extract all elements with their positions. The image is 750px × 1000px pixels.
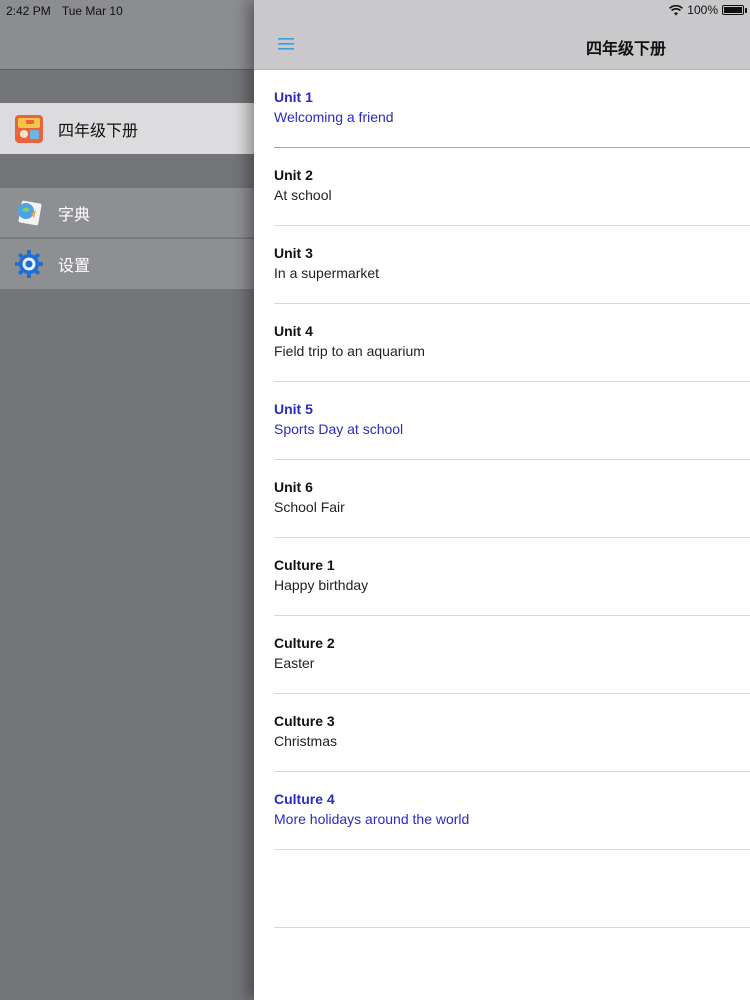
- empty-list-row: [274, 850, 750, 928]
- sidebar: 四年级下册 字典 设置: [0, 0, 254, 1000]
- wifi-icon: [669, 4, 684, 15]
- sidebar-item-label: 设置: [58, 258, 91, 275]
- list-item[interactable]: Culture 3 Christmas: [274, 694, 750, 772]
- list-item-subtitle: Sports Day at school: [274, 421, 404, 437]
- status-time: 2:42 PM: [6, 4, 51, 18]
- list-item-title: Culture 3: [274, 713, 335, 729]
- sidebar-item-settings[interactable]: 设置: [0, 239, 254, 289]
- list-item-subtitle: School Fair: [274, 499, 345, 515]
- list-item[interactable]: Unit 5 Sports Day at school: [274, 382, 750, 460]
- list-item-subtitle: Easter: [274, 655, 315, 671]
- battery-icon: [722, 5, 747, 15]
- list-item-title: Unit 1: [274, 89, 313, 105]
- main-panel: 四年级下册 Unit 1 Welcoming a friend Unit 2 At s…: [254, 0, 750, 1000]
- list-item-title: Culture 1: [274, 557, 335, 573]
- list-item[interactable]: Unit 2 At school: [274, 148, 750, 226]
- list-item-subtitle: Field trip to an aquarium: [274, 343, 425, 359]
- list-item-title: Culture 4: [274, 791, 335, 807]
- list-item-subtitle: At school: [274, 187, 332, 203]
- list-item[interactable]: Unit 6 School Fair: [274, 460, 750, 538]
- list-item-subtitle: In a supermarket: [274, 265, 380, 281]
- screen: 2:42 PM Tue Mar 10 100% 四年级下册 字典 设置 四年级下…: [0, 0, 750, 1000]
- list-item-subtitle: More holidays around the world: [274, 811, 470, 827]
- list-item-title: Unit 4: [274, 323, 313, 339]
- list-item-title: Unit 5: [274, 401, 313, 417]
- list-item[interactable]: Culture 4 More holidays around the world: [274, 772, 750, 850]
- dictionary-icon: [18, 200, 42, 225]
- list-item[interactable]: Culture 2 Easter: [274, 616, 750, 694]
- list-item[interactable]: Unit 4 Field trip to an aquarium: [274, 304, 750, 382]
- list-item-subtitle: Happy birthday: [274, 577, 369, 593]
- sidebar-item-book[interactable]: 四年级下册: [0, 103, 254, 154]
- battery-fill: [724, 7, 742, 13]
- hamburger-menu-icon[interactable]: [276, 36, 296, 52]
- list-item[interactable]: Culture 1 Happy birthday: [274, 538, 750, 616]
- list-item-title: Unit 2: [274, 167, 313, 183]
- unit-list: Unit 1 Welcoming a friend Unit 2 At school U…: [254, 70, 750, 928]
- status-date: Tue Mar 10: [61, 4, 123, 18]
- status-left: 2:42 PM Tue Mar 10: [6, 4, 131, 18]
- sidebar-item-dictionary[interactable]: 字典: [0, 188, 254, 238]
- battery-percent: 100%: [687, 3, 718, 17]
- page-title: 四年级下册: [586, 41, 667, 58]
- sidebar-item-label: 四年级下册: [58, 122, 139, 140]
- list-item-title: Culture 2: [274, 635, 335, 651]
- book-cover-icon: [15, 114, 43, 143]
- list-item-title: Unit 6: [274, 479, 313, 495]
- list-item-subtitle: Welcoming a friend: [274, 109, 394, 125]
- list-item-title: Unit 3: [274, 245, 313, 261]
- status-bar: 2:42 PM Tue Mar 10 100%: [0, 0, 750, 22]
- gear-icon: [15, 250, 43, 278]
- sidebar-item-label: 字典: [58, 206, 91, 224]
- status-right: 100%: [669, 3, 747, 17]
- list-item[interactable]: Unit 1 Welcoming a friend: [274, 70, 750, 148]
- list-item[interactable]: Unit 3 In a supermarket: [274, 226, 750, 304]
- list-item-subtitle: Christmas: [274, 733, 338, 749]
